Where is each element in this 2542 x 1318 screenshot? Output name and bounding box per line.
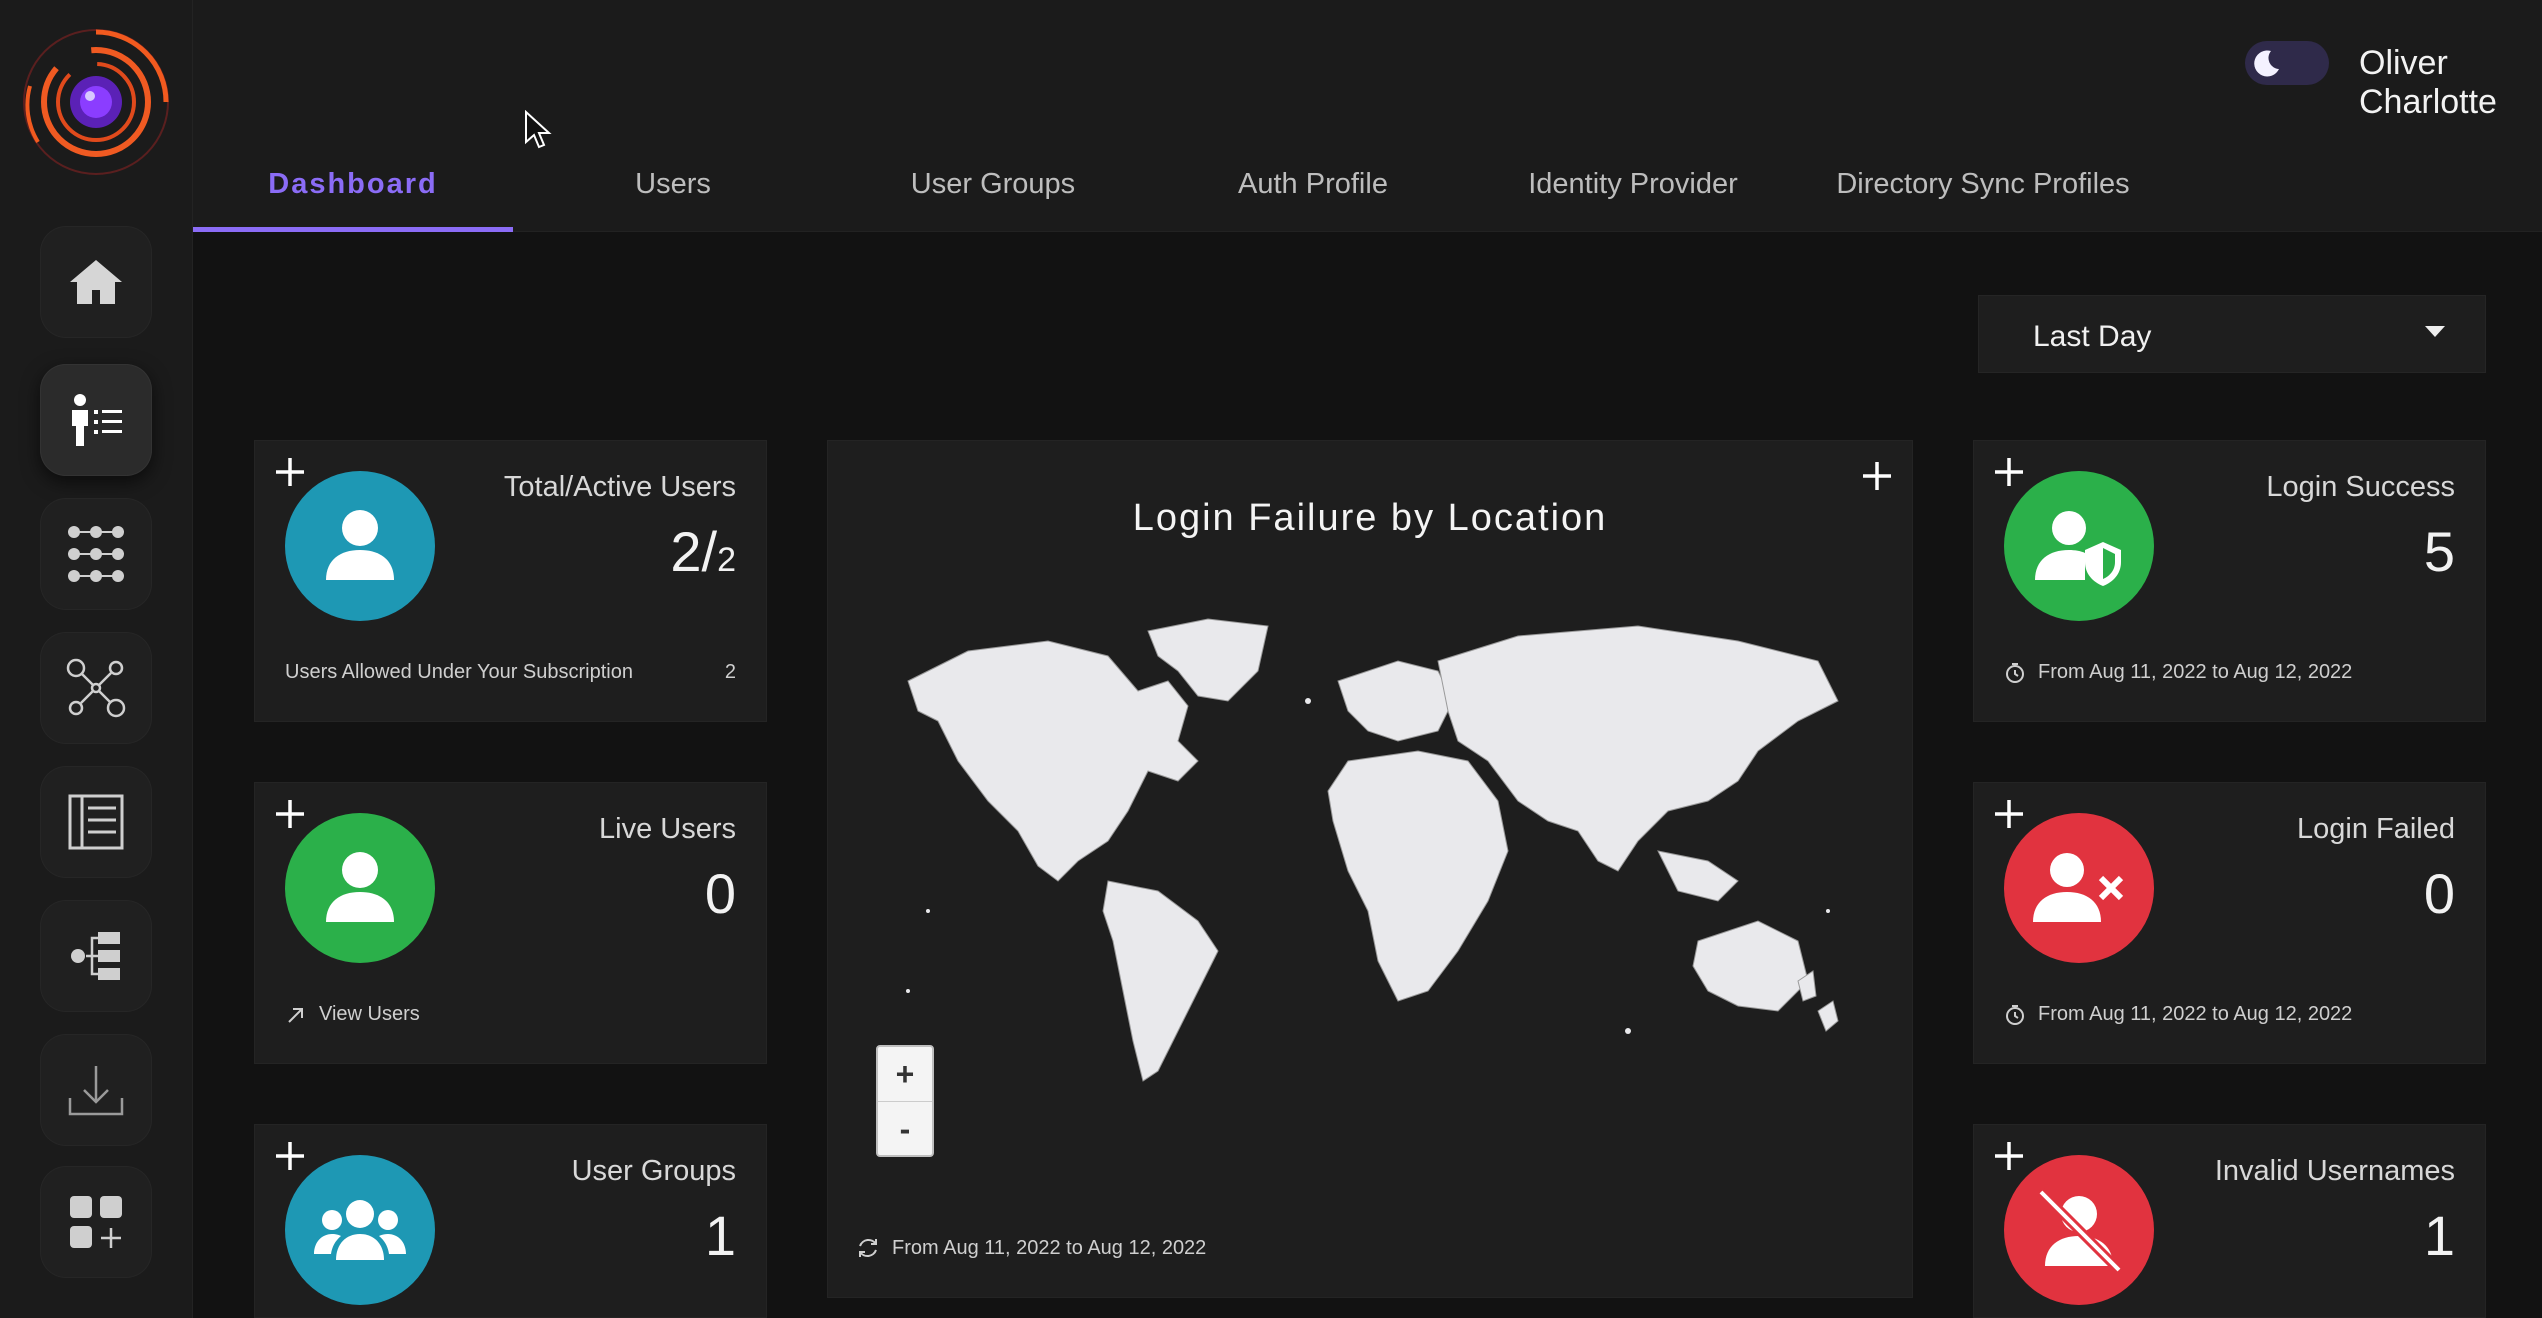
card-title: Total/Active Users (503, 471, 736, 503)
card-title: Login Success (2266, 471, 2455, 503)
settings-tree-icon (71, 932, 120, 980)
user-icon (326, 510, 394, 580)
card-title: Login Failed (2297, 813, 2455, 845)
login-success-card: Login Success 5 From Aug 11, 2022 to Aug… (1973, 440, 2486, 722)
date-range-select[interactable]: Last Day (1978, 295, 2486, 373)
clock-icon (2006, 1004, 2024, 1025)
sidebar (0, 0, 193, 1318)
user-shield-icon (2035, 511, 2121, 586)
sidebar-widgets-button[interactable] (40, 1166, 152, 1278)
view-users-label: View Users (319, 1003, 420, 1025)
user-avatar-circle (285, 471, 435, 621)
chevron-down-icon (2425, 326, 2445, 337)
add-icon[interactable] (1992, 455, 2026, 489)
sidebar-download-button[interactable] (40, 1034, 152, 1146)
invalid-usernames-card: Invalid Usernames 1 (1973, 1124, 2486, 1318)
view-users-link[interactable]: View Users (285, 1003, 736, 1026)
world-map[interactable] (878, 611, 1858, 1091)
zoom-out-button[interactable]: - (878, 1101, 932, 1155)
card-footer: From Aug 11, 2022 to Aug 12, 2022 (2004, 1003, 2455, 1026)
apps-grid-icon (68, 526, 124, 582)
list-panel-icon (68, 794, 124, 850)
user-groups-card: User Groups 1 (254, 1124, 767, 1318)
active-users-count: 2/ (670, 520, 718, 583)
tab-users[interactable]: Users (513, 150, 833, 232)
sidebar-network-button[interactable] (40, 632, 152, 744)
add-icon[interactable] (1992, 797, 2026, 831)
card-footer: Users Allowed Under Your Subscription 2 (285, 661, 736, 684)
date-range-value: Last Day (2033, 320, 2152, 353)
sidebar-apps-button[interactable] (40, 498, 152, 610)
map-footer: From Aug 11, 2022 to Aug 12, 2022 (856, 1236, 1206, 1260)
add-icon[interactable] (273, 455, 307, 489)
card-title: User Groups (571, 1155, 736, 1187)
total-active-users-card: Total/Active Users 2/2 Users Allowed Und… (254, 440, 767, 722)
tab-bar: Dashboard Users User Groups Auth Profile… (193, 150, 2542, 232)
sidebar-home-button[interactable] (40, 226, 152, 338)
card-value: 1 (2423, 1204, 2455, 1267)
mouse-cursor-icon (525, 110, 552, 149)
subscription-label: Users Allowed Under Your Subscription (285, 661, 633, 683)
tab-auth-profile[interactable]: Auth Profile (1153, 150, 1473, 232)
theme-toggle[interactable] (2245, 41, 2329, 85)
add-icon[interactable] (273, 797, 307, 831)
sidebar-users-button[interactable] (40, 364, 152, 476)
date-range-label: From Aug 11, 2022 to Aug 12, 2022 (2038, 1003, 2353, 1025)
card-footer: From Aug 11, 2022 to Aug 12, 2022 (2004, 661, 2455, 684)
live-users-card: Live Users 0 View Users (254, 782, 767, 1064)
login-failure-map-card: Login Failure by Location + - From Aug 1… (827, 440, 1913, 1298)
user-network-icon (66, 658, 126, 718)
add-icon[interactable] (1992, 1139, 2026, 1173)
card-value: 0 (704, 862, 736, 925)
card-title: Live Users (599, 813, 736, 845)
user-slash-icon (2037, 1188, 2123, 1274)
app-logo[interactable] (18, 24, 174, 180)
group-avatar-circle (285, 1155, 435, 1305)
map-zoom-control: + - (876, 1045, 934, 1157)
refresh-icon[interactable] (856, 1236, 880, 1260)
tab-identity-provider[interactable]: Identity Provider (1473, 150, 1793, 232)
card-title: Invalid Usernames (2214, 1155, 2455, 1187)
total-users-count: 2 (717, 541, 736, 579)
login-failed-circle (2004, 813, 2154, 963)
sidebar-settings-button[interactable] (40, 900, 152, 1012)
login-success-circle (2004, 471, 2154, 621)
card-value: 0 (2423, 862, 2455, 925)
user-icon (326, 852, 394, 922)
home-icon (70, 260, 122, 304)
sidebar-list-button[interactable] (40, 766, 152, 878)
tab-user-groups[interactable]: User Groups (833, 150, 1153, 232)
moon-icon (2254, 50, 2279, 77)
card-value: 1 (704, 1204, 736, 1267)
map-date-range: From Aug 11, 2022 to Aug 12, 2022 (892, 1236, 1207, 1259)
user-x-icon (2033, 853, 2124, 922)
tab-directory-sync-profiles[interactable]: Directory Sync Profiles (1793, 150, 2173, 232)
card-value: 5 (2423, 520, 2455, 583)
add-icon[interactable] (1860, 459, 1894, 493)
user-directory-icon (72, 394, 122, 446)
user-avatar-circle (285, 813, 435, 963)
download-icon (68, 1066, 124, 1116)
add-icon[interactable] (273, 1139, 307, 1173)
add-widget-icon (70, 1196, 122, 1248)
user-name[interactable]: Oliver Charlotte (2359, 44, 2542, 122)
invalid-usernames-circle (2004, 1155, 2154, 1305)
subscription-limit: 2 (724, 661, 736, 683)
date-range-label: From Aug 11, 2022 to Aug 12, 2022 (2038, 661, 2353, 683)
login-failed-card: Login Failed 0 From Aug 11, 2022 to Aug … (1973, 782, 2486, 1064)
external-arrow-icon (288, 1007, 303, 1023)
tab-dashboard[interactable]: Dashboard (193, 150, 513, 232)
users-group-icon (314, 1200, 406, 1260)
zoom-in-button[interactable]: + (878, 1047, 932, 1101)
clock-icon (2006, 662, 2024, 683)
card-value: 2/2 (670, 519, 736, 584)
map-title: Login Failure by Location (1132, 497, 1608, 539)
